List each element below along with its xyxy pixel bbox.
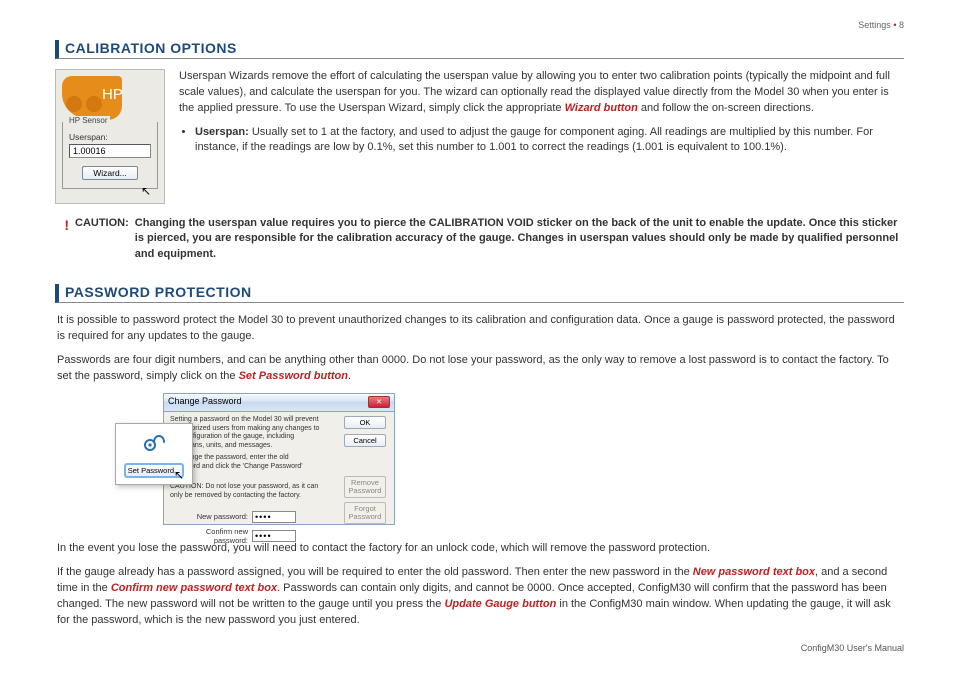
userspan-bullet-label: Userspan: bbox=[195, 126, 249, 138]
password-body-2: In the event you lose the password, you … bbox=[55, 541, 904, 629]
unlock-icon bbox=[116, 430, 192, 458]
new-password-textbox-ref: New password text box bbox=[693, 566, 815, 578]
password-heading: PASSWORD PROTECTION bbox=[55, 284, 904, 303]
caution-block: ! CAUTION: Changing the userspan value r… bbox=[55, 216, 904, 262]
caution-text: Changing the userspan value requires you… bbox=[135, 216, 904, 262]
dialog-titlebar: Change Password ✕ bbox=[164, 394, 394, 412]
userspan-bullet-text: Usually set to 1 at the factory, and use… bbox=[195, 126, 873, 153]
pw-p2a: Passwords are four digit numbers, and ca… bbox=[57, 354, 889, 382]
pw-p4a: If the gauge already has a password assi… bbox=[57, 566, 693, 578]
userspan-figure: HP HP Sensor Userspan: Wizard... ↖ bbox=[55, 69, 165, 204]
header-section: Settings bbox=[858, 20, 891, 30]
new-password-label: New password: bbox=[170, 512, 248, 521]
confirm-password-input[interactable] bbox=[252, 530, 296, 542]
set-password-card: Set Password... ↖ bbox=[115, 423, 193, 485]
set-password-button[interactable]: Set Password... bbox=[125, 464, 184, 477]
hp-sensor-group-label: HP Sensor bbox=[67, 116, 110, 125]
userspan-bullet: Userspan: Usually set to 1 at the factor… bbox=[195, 125, 904, 156]
remove-password-button[interactable]: Remove Password bbox=[344, 476, 386, 498]
password-body: It is possible to password protect the M… bbox=[55, 313, 904, 385]
footer-text: ConfigM30 User's Manual bbox=[801, 643, 904, 653]
caution-label: CAUTION: bbox=[75, 216, 129, 262]
calibration-heading: CALIBRATION OPTIONS bbox=[55, 40, 904, 59]
wizard-button[interactable]: Wizard... bbox=[82, 166, 138, 180]
hp-label: HP bbox=[102, 86, 123, 103]
new-password-input[interactable] bbox=[252, 511, 296, 523]
close-icon[interactable]: ✕ bbox=[368, 396, 390, 408]
set-password-button-ref: Set Password button bbox=[239, 370, 348, 382]
header-page: 8 bbox=[899, 20, 904, 30]
password-figure: Change Password ✕ Setting a password on … bbox=[115, 393, 405, 533]
calib-p1b: and follow the on-screen directions. bbox=[641, 102, 814, 114]
userspan-input[interactable] bbox=[69, 144, 151, 158]
confirm-password-label: Confirm new password: bbox=[170, 527, 248, 545]
hp-sensor-graphic: HP bbox=[62, 76, 122, 120]
ok-button[interactable]: OK bbox=[344, 416, 386, 429]
calibration-body: Userspan Wizards remove the effort of ca… bbox=[179, 69, 904, 204]
pw-p2b: . bbox=[348, 370, 351, 382]
dialog-title: Change Password bbox=[168, 396, 242, 409]
caution-icon: ! bbox=[55, 216, 69, 262]
header-bullet: • bbox=[893, 20, 896, 30]
userspan-label: Userspan: bbox=[69, 132, 151, 142]
cursor-icon: ↖ bbox=[141, 184, 151, 198]
pw-p1: It is possible to password protect the M… bbox=[57, 313, 904, 345]
page-header: Settings • 8 bbox=[858, 20, 904, 30]
wizard-button-ref: Wizard button bbox=[565, 102, 638, 114]
hp-sensor-panel: HP Sensor Userspan: Wizard... ↖ bbox=[62, 122, 158, 189]
confirm-password-textbox-ref: Confirm new password text box bbox=[111, 582, 277, 594]
cancel-button[interactable]: Cancel bbox=[344, 434, 386, 447]
change-password-dialog: Change Password ✕ Setting a password on … bbox=[163, 393, 395, 525]
update-gauge-button-ref: Update Gauge button bbox=[444, 598, 556, 610]
forgot-password-button[interactable]: Forgot Password bbox=[344, 502, 386, 524]
dialog-text-3: CAUTION: Do not lose your password, as i… bbox=[170, 483, 320, 501]
